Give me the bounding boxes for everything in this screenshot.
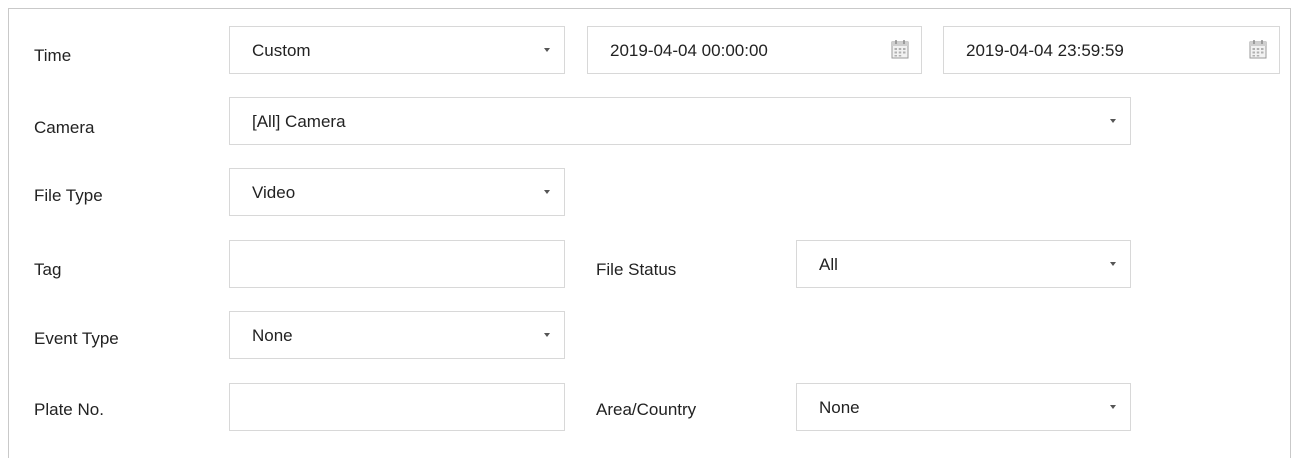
time-mode-dropdown[interactable]: Custom: [229, 26, 565, 74]
event-type-dropdown[interactable]: None: [229, 311, 565, 359]
file-status-dropdown[interactable]: All: [796, 240, 1131, 288]
start-time-value: 2019-04-04 00:00:00: [610, 41, 768, 60]
chevron-down-icon: [544, 190, 550, 194]
chevron-down-icon: [1110, 405, 1116, 409]
area-country-value: None: [819, 398, 860, 417]
camera-label: Camera: [34, 118, 95, 137]
camera-dropdown[interactable]: [All] Camera: [229, 97, 1131, 145]
end-time-value: 2019-04-04 23:59:59: [966, 41, 1124, 60]
area-country-dropdown[interactable]: None: [796, 383, 1131, 431]
time-label: Time: [34, 46, 72, 65]
calendar-icon[interactable]: [891, 39, 909, 59]
file-type-label: File Type: [34, 186, 103, 205]
file-status-value: All: [819, 255, 838, 274]
plate-no-label: Plate No.: [34, 400, 104, 419]
tag-input[interactable]: [229, 240, 565, 288]
file-type-dropdown[interactable]: Video: [229, 168, 565, 216]
end-time-field[interactable]: 2019-04-04 23:59:59: [943, 26, 1280, 74]
chevron-down-icon: [544, 333, 550, 337]
camera-value: [All] Camera: [252, 112, 346, 131]
calendar-icon[interactable]: [1249, 39, 1267, 59]
start-time-field[interactable]: 2019-04-04 00:00:00: [587, 26, 922, 74]
file-status-label: File Status: [596, 260, 677, 279]
file-type-value: Video: [252, 183, 296, 202]
event-type-label: Event Type: [34, 329, 119, 348]
search-conditions-panel: Time Custom 2019-04-04 00:00:00 2019-04-…: [8, 8, 1291, 458]
time-mode-value: Custom: [252, 41, 311, 60]
plate-no-input[interactable]: [229, 383, 565, 431]
area-country-label: Area/Country: [596, 400, 697, 419]
chevron-down-icon: [1110, 119, 1116, 123]
chevron-down-icon: [1110, 262, 1116, 266]
event-type-value: None: [252, 326, 293, 345]
tag-label: Tag: [34, 260, 62, 279]
chevron-down-icon: [544, 48, 550, 52]
